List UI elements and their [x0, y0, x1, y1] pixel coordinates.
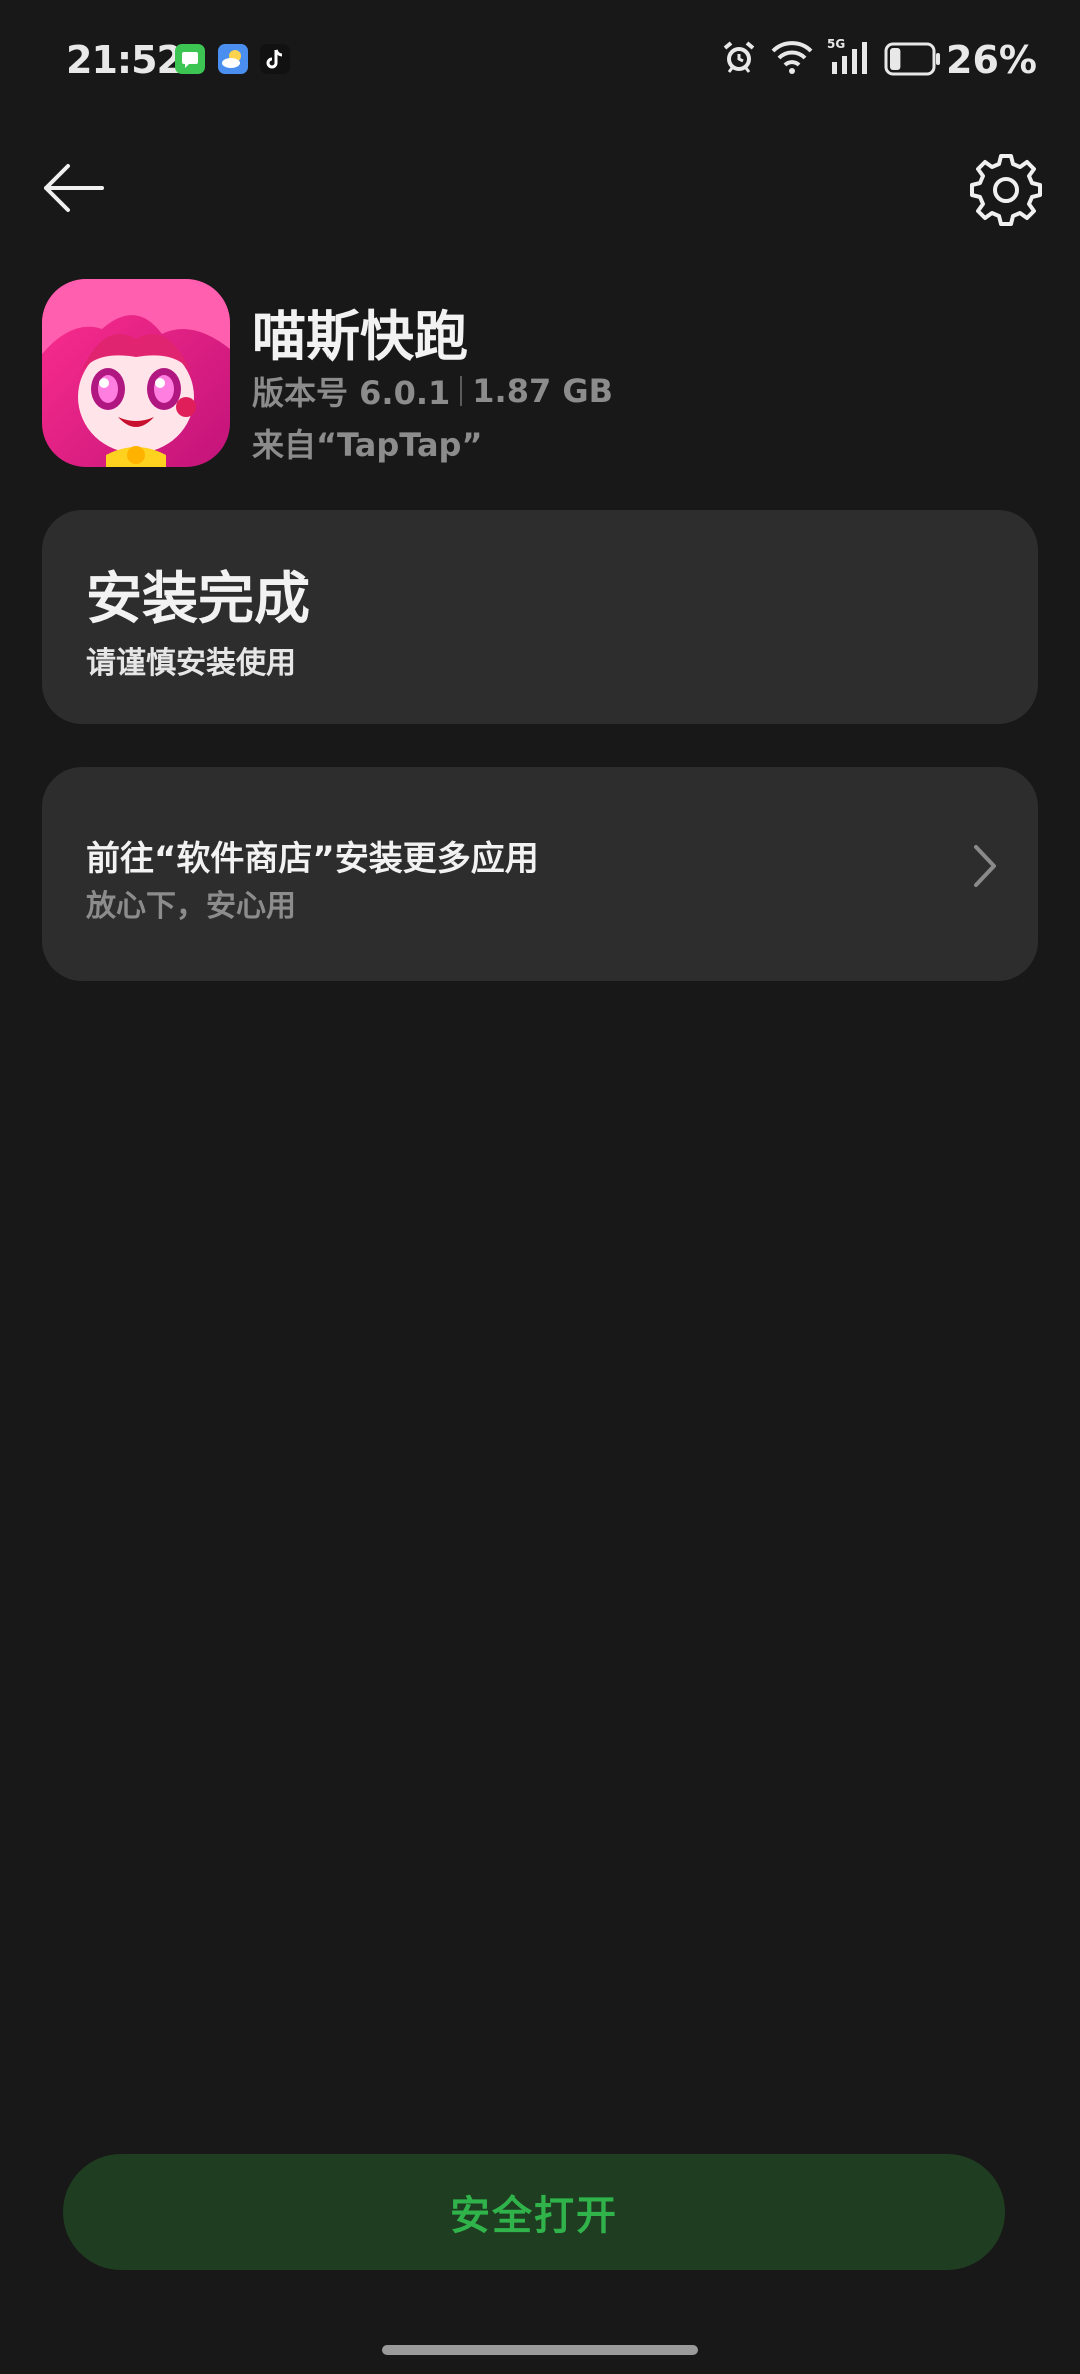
install-complete-screen: 21:52 5G 26% 喵斯快跑 版本号 6.0.1 1.87 GB 来自“T… [0, 0, 1080, 2374]
app-store-link-title: 前往“软件商店”安装更多应用 [86, 839, 539, 879]
app-meta: 版本号 6.0.1 1.87 GB [252, 368, 613, 414]
gear-icon [970, 154, 1042, 226]
messages-app-icon [175, 44, 205, 74]
app-store-link-card[interactable]: 前往“软件商店”安装更多应用 放心下，安心用 [42, 767, 1038, 981]
app-store-link-subtitle: 放心下，安心用 [86, 889, 296, 924]
back-button[interactable] [40, 158, 108, 218]
wifi-icon [770, 38, 814, 80]
meta-divider [460, 376, 463, 406]
arrow-left-icon [44, 164, 104, 212]
app-icon [42, 279, 230, 467]
safe-open-button[interactable]: 安全打开 [63, 2154, 1005, 2270]
battery-percentage: 26% [946, 38, 1037, 82]
app-version: 版本号 6.0.1 [252, 374, 451, 412]
chevron-right-icon [974, 845, 996, 887]
weather-app-icon [218, 44, 248, 74]
app-size: 1.87 GB [472, 372, 614, 410]
app-name: 喵斯快跑 [252, 305, 468, 368]
install-status-title: 安装完成 [86, 567, 310, 632]
status-bar: 21:52 5G 26% [0, 0, 1080, 120]
tiktok-app-icon [260, 44, 290, 74]
signal-5g-icon: 5G [826, 36, 872, 82]
install-status-subtitle: 请谨慎安装使用 [86, 646, 296, 681]
settings-button[interactable] [970, 154, 1042, 226]
battery-icon [884, 42, 942, 80]
home-indicator[interactable] [382, 2345, 698, 2355]
svg-text:5G: 5G [827, 37, 845, 51]
install-status-card: 安装完成 请谨慎安装使用 [42, 510, 1038, 724]
alarm-icon [720, 38, 758, 80]
status-time: 21:52 [66, 38, 183, 82]
app-source: 来自“TapTap” [252, 426, 483, 464]
